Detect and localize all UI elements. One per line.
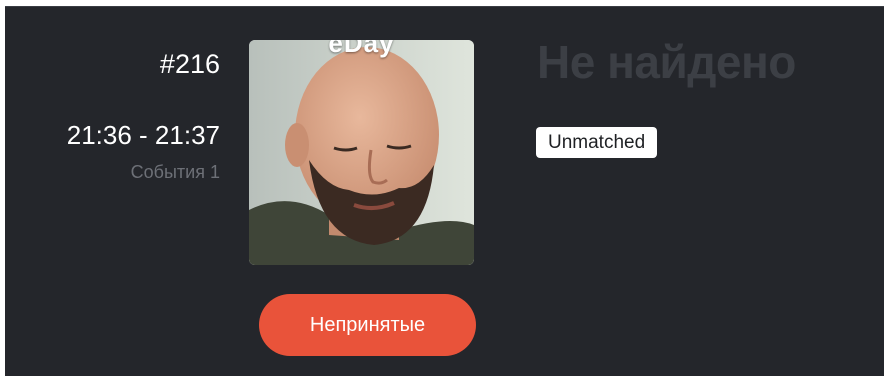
events-count: События 1 xyxy=(130,162,220,182)
photo-caption: eDay xyxy=(328,40,395,58)
face-photo-image xyxy=(249,40,474,265)
event-card: #216 21:36 - 21:37 События 1 eDay Не най… xyxy=(5,6,884,376)
face-photo[interactable]: eDay xyxy=(249,40,474,265)
event-time-range: 21:36 - 21:37 xyxy=(66,120,220,150)
match-status-title: Не найдено xyxy=(537,36,796,88)
rejected-status-button[interactable]: Непринятые xyxy=(259,294,476,356)
event-number: #216 xyxy=(159,49,220,79)
unmatched-badge: Unmatched xyxy=(536,127,658,158)
